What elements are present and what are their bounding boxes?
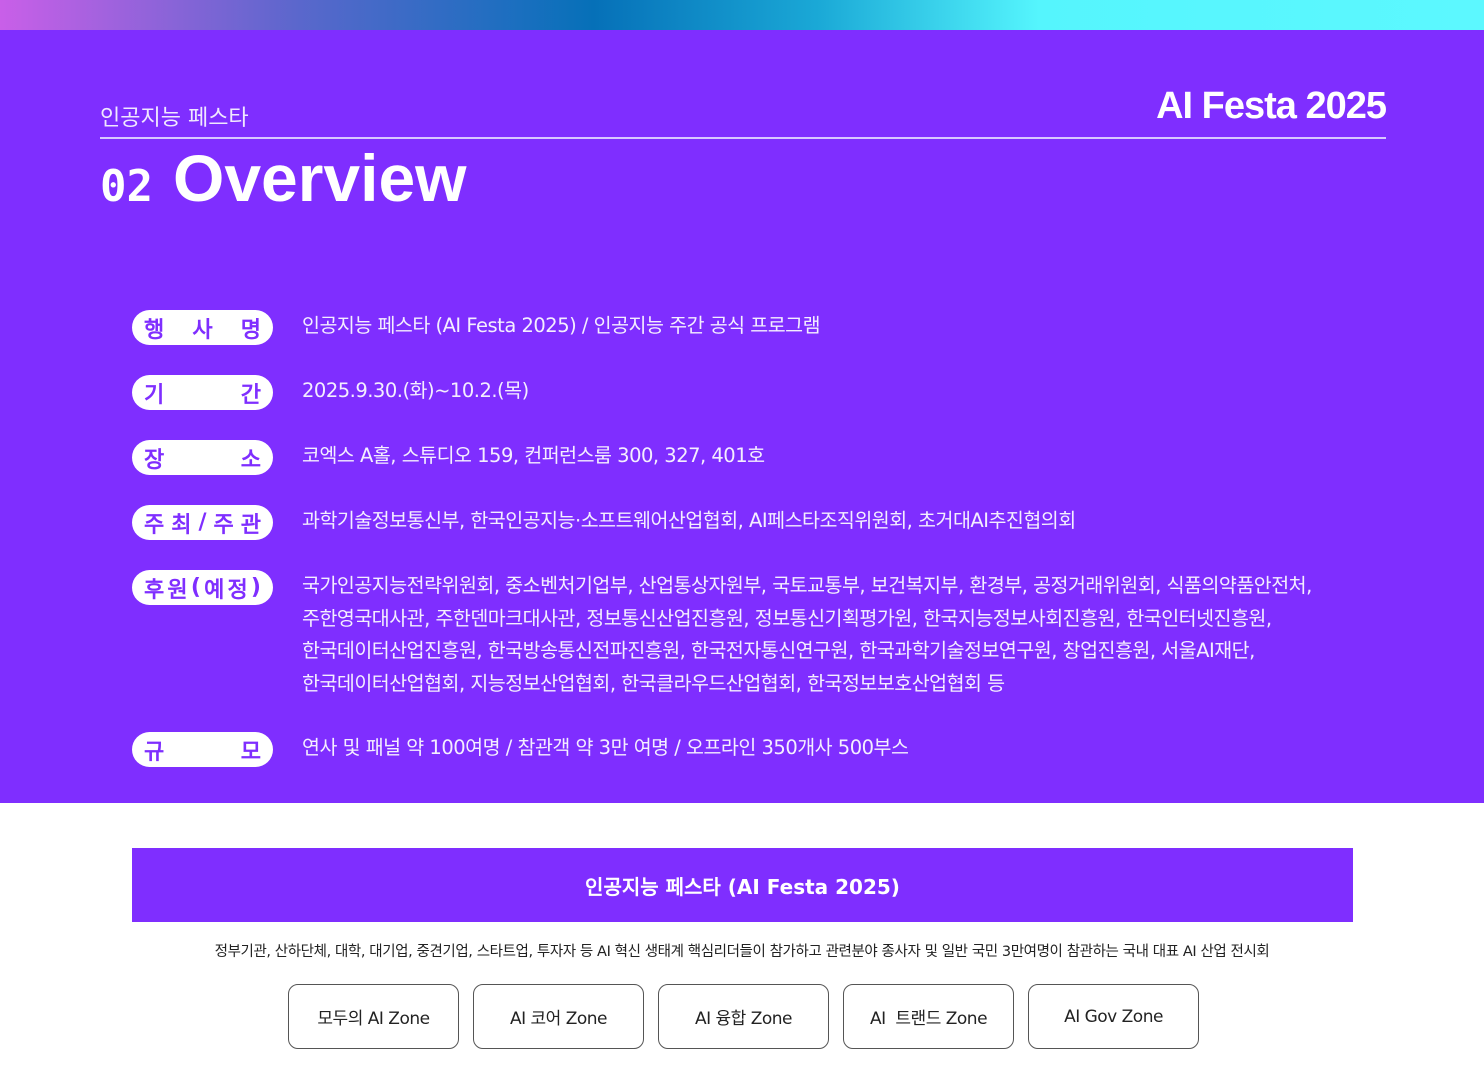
info-label-pill: 행사명 (132, 310, 273, 345)
info-row: 규 모 연사 및 패널 약 100여명 / 참관객 약 3만 여명 / 오프라인 3… (132, 732, 909, 767)
label-char: 기 (144, 382, 165, 408)
zone-button[interactable]: AI 트랜드 Zone (843, 984, 1014, 1049)
label-char: 주 (213, 512, 234, 538)
label-char: 후 (144, 577, 165, 603)
label-char: / (198, 510, 207, 535)
value-line: 주한영국대사관, 주한덴마크대사관, 정보통신산업진흥원, 정보통신기획평가원,… (302, 606, 1272, 630)
info-value: 2025.9.30.(화)~10.2.(목) (302, 375, 529, 410)
info-value: 과학기술정보통신부, 한국인공지능·소프트웨어산업협회, AI페스타조직위원회,… (302, 505, 1076, 540)
zone-buttons: 모두의 AI Zone AI 코어 Zone AI 융합 Zone AI 트랜드 Zo… (288, 984, 1199, 1049)
info-label-pill: 규모 (132, 732, 273, 767)
label-char: 관 (240, 512, 261, 538)
label-char: 정 (227, 577, 248, 603)
value-line: 인공지능 페스타 (AI Festa 2025) / 인공지능 주간 공식 프로… (302, 314, 821, 337)
label-char: 사 (192, 317, 213, 343)
zone-button[interactable]: 모두의 AI Zone (288, 984, 459, 1049)
section-title: Overview (172, 141, 467, 215)
value-line: 과학기술정보통신부, 한국인공지능·소프트웨어산업협회, AI페스타조직위원회,… (302, 509, 1076, 532)
value-line: 2025.9.30.(화)~10.2.(목) (302, 379, 529, 402)
subtitle: 인공지능 페스타 (100, 106, 249, 131)
info-label-pill: 장소 (132, 440, 273, 475)
zone-button[interactable]: AI Gov Zone (1028, 984, 1199, 1049)
label-char: 장 (144, 447, 165, 473)
info-row: 기 간 2025.9.30.(화)~10.2.(목) (132, 375, 529, 410)
label-char: 원 (167, 577, 188, 603)
divider (100, 137, 1386, 139)
brand-title: AI Festa 2025 (1156, 85, 1387, 127)
label-char: 명 (240, 317, 261, 343)
info-value: 코엑스 A홀, 스튜디오 159, 컨퍼런스룸 300, 327, 401호 (302, 440, 765, 475)
section-number: 02 (100, 161, 153, 212)
info-label-pill: 후 원(예 정) (132, 570, 273, 605)
info-value: 연사 및 패널 약 100여명 / 참관객 약 3만 여명 / 오프라인 350… (302, 732, 909, 767)
value-line: 연사 및 패널 약 100여명 / 참관객 약 3만 여명 / 오프라인 350… (302, 736, 909, 759)
info-row: 후 원(예 정) 국가인공지능전략위원회, 중소벤처기업부, 산업통상자원부, 국토교… (132, 570, 1312, 700)
label-char: 행 (144, 317, 165, 343)
info-row: 주 최 / 주 관 과학기술정보통신부, 한국인공지능·소프트웨어산업협회, AI페스타조… (132, 505, 1076, 540)
zone-button[interactable]: AI 코어 Zone (473, 984, 644, 1049)
zone-button[interactable]: AI 융합 Zone (658, 984, 829, 1049)
label-char: 주 (144, 512, 165, 538)
festa-banner: 인공지능 페스타 (AI Festa 2025) (132, 848, 1353, 922)
gradient-top-bar (0, 0, 1484, 30)
label-char: ( (190, 575, 201, 600)
label-char: 예 (204, 577, 225, 603)
page-title: 02 Overview (100, 140, 467, 216)
info-label-pill: 주 최 / 주 관 (132, 505, 273, 540)
value-line: 한국데이터산업협회, 지능정보산업협회, 한국클라우드산업협회, 한국정보보호산… (302, 671, 1005, 695)
label-char: 최 (171, 512, 192, 538)
value-line: 국가인공지능전략위원회, 중소벤처기업부, 산업통상자원부, 국토교통부, 보건… (302, 574, 1312, 597)
value-line: 코엑스 A홀, 스튜디오 159, 컨퍼런스룸 300, 327, 401호 (302, 444, 765, 467)
label-char: 규 (144, 739, 165, 765)
label-char: 간 (240, 382, 261, 408)
info-value: 국가인공지능전략위원회, 중소벤처기업부, 산업통상자원부, 국토교통부, 보건… (302, 570, 1312, 700)
info-row: 행 사 명 인공지능 페스타 (AI Festa 2025) / 인공지능 주간 공식… (132, 310, 821, 345)
label-char: ) (250, 575, 261, 600)
label-char: 소 (240, 447, 261, 473)
label-char: 모 (240, 739, 261, 765)
info-row: 장 소 코엑스 A홀, 스튜디오 159, 컨퍼런스룸 300, 327, 401호 (132, 440, 765, 475)
info-value: 인공지능 페스타 (AI Festa 2025) / 인공지능 주간 공식 프로… (302, 310, 821, 345)
info-label-pill: 기간 (132, 375, 273, 410)
festa-description: 정부기관, 산하단체, 대학, 대기업, 중견기업, 스타트업, 투자자 등 A… (214, 944, 1270, 960)
value-line: 한국데이터산업진흥원, 한국방송통신전파진흥원, 한국전자통신연구원, 한국과학… (302, 639, 1255, 662)
